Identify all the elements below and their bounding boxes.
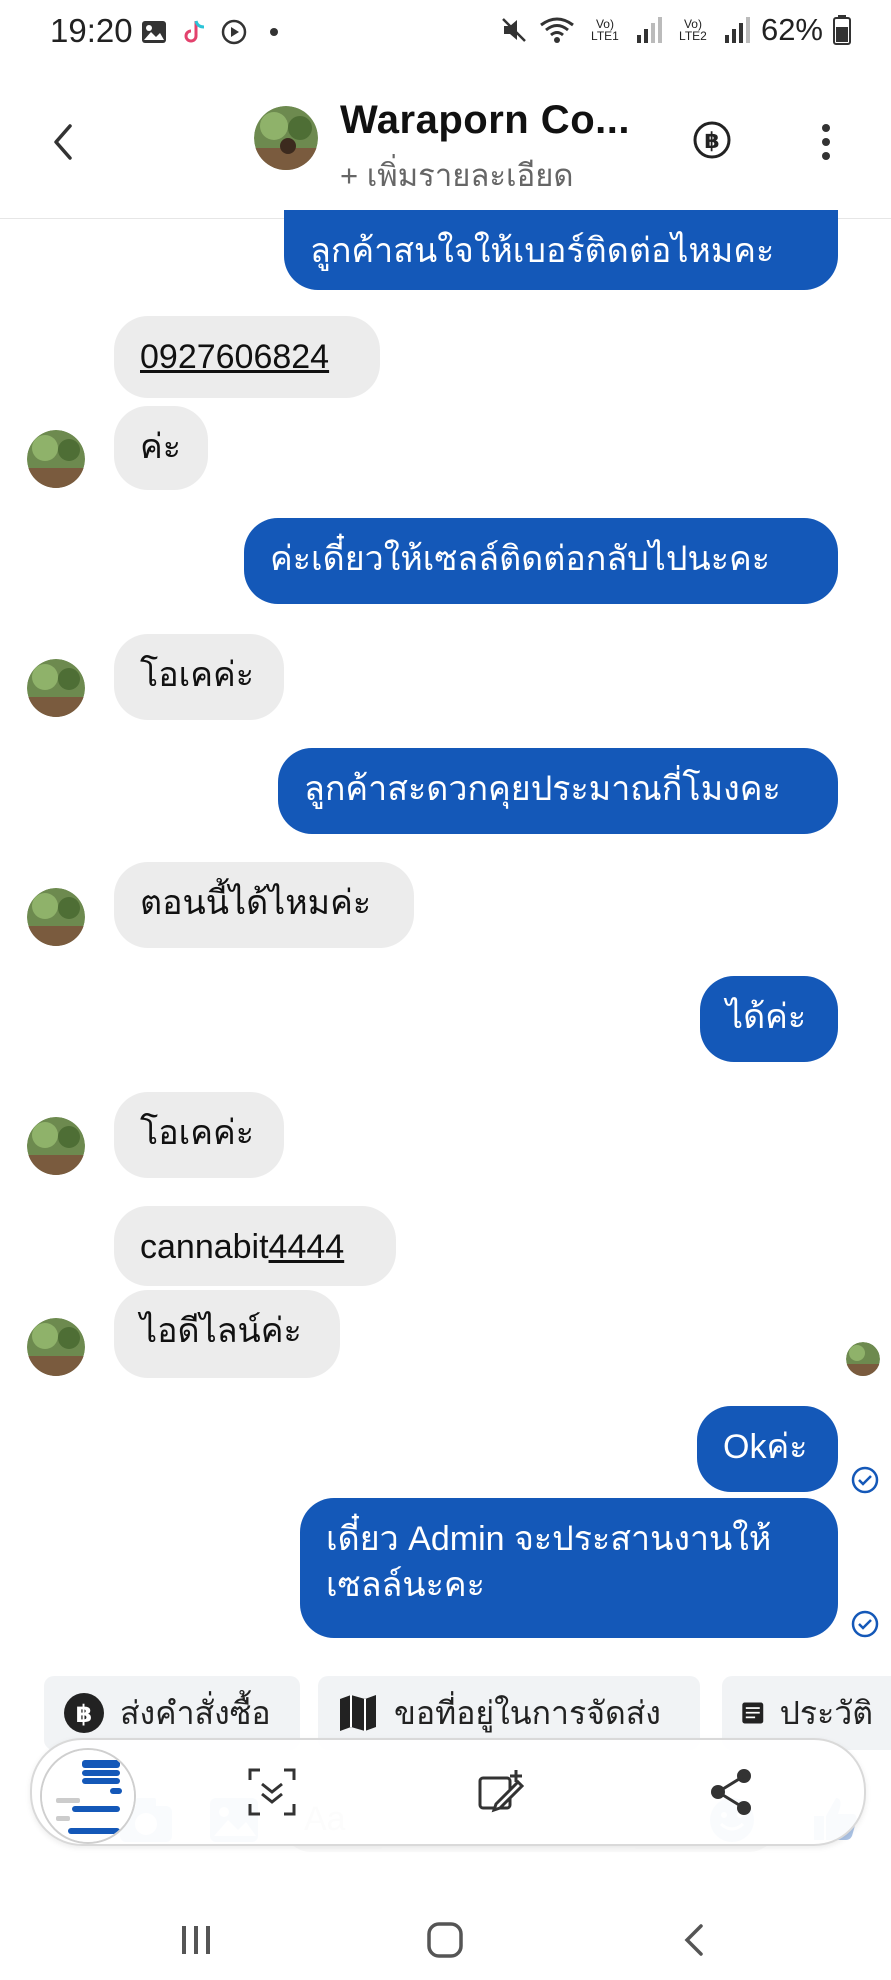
svg-text:฿: ฿: [704, 129, 719, 154]
tiktok-icon: [184, 20, 205, 43]
scroll-capture-button[interactable]: [240, 1760, 304, 1824]
chip-label: ขอที่อยู่ในการจัดส่ง: [394, 1694, 661, 1731]
status-bar: 19:20 Vo) LTE1 Vo) LTE2 62%: [0, 0, 891, 66]
message-line: เซลล์นะคะ: [326, 1566, 485, 1604]
recent-apps-icon: [182, 1926, 210, 1954]
edit-screenshot-button[interactable]: [470, 1760, 534, 1824]
sender-avatar: [27, 1318, 85, 1376]
message-incoming[interactable]: cannabit4444: [114, 1206, 396, 1286]
sim2-label: Vo) LTE2: [679, 17, 707, 43]
message-link[interactable]: 4444: [269, 1228, 345, 1266]
status-time: 19:20: [50, 12, 133, 49]
battery-icon: [833, 15, 851, 45]
more-options-icon[interactable]: [816, 120, 836, 164]
message-incoming[interactable]: โอเคค่ะ: [114, 634, 284, 720]
message-incoming[interactable]: ตอนนี้ได้ไหมค่ะ: [114, 862, 414, 948]
screenshot-thumbnail[interactable]: [40, 1748, 136, 1844]
sender-avatar: [27, 888, 85, 946]
message-outgoing[interactable]: ลูกค้าสนใจให้เบอร์ติดต่อไหมคะ: [284, 210, 838, 290]
message-incoming[interactable]: โอเคค่ะ: [114, 1092, 284, 1178]
message-text: cannabit: [140, 1228, 269, 1266]
chip-label: ส่งคำสั่งซื้อ: [120, 1694, 271, 1731]
baht-icon[interactable]: ฿: [692, 120, 732, 160]
share-screenshot-button[interactable]: [700, 1760, 764, 1824]
message-outgoing[interactable]: ลูกค้าสะดวกคุยประมาณกี่โมงคะ: [278, 748, 838, 834]
list-icon: [742, 1702, 764, 1724]
map-icon: [340, 1695, 376, 1731]
system-navigation-bar: [0, 1880, 891, 1980]
home-button[interactable]: [415, 1910, 475, 1970]
phone-number-link[interactable]: 0927606824: [140, 338, 329, 376]
screenshot-toolbar: [30, 1738, 866, 1846]
message-outgoing[interactable]: Okค่ะ: [697, 1406, 838, 1492]
message-outgoing[interactable]: ค่ะเดี๋ยวให้เซลล์ติดต่อกลับไปนะคะ: [244, 518, 838, 604]
contact-name[interactable]: Waraporn Co...: [340, 98, 630, 143]
sender-avatar: [27, 1117, 85, 1175]
share-icon: [711, 1769, 751, 1815]
battery-percent: 62%: [760, 12, 823, 47]
message-incoming[interactable]: ค่ะ: [114, 406, 208, 490]
read-receipt-avatar: [846, 1342, 880, 1376]
sent-check-icon: [851, 1466, 879, 1494]
message-line: เดี๋ยว Admin จะประสานงานให้: [326, 1520, 772, 1558]
back-arrow-icon[interactable]: [44, 120, 84, 164]
wifi-icon: [540, 17, 574, 43]
system-back-button[interactable]: [665, 1910, 725, 1970]
play-notification-icon: [221, 19, 247, 45]
gallery-notification-icon: [142, 21, 166, 43]
message-incoming[interactable]: ไอดีไลน์ค่ะ: [114, 1290, 340, 1378]
signal-icon: [636, 17, 662, 43]
sender-avatar: [27, 659, 85, 717]
add-details-link[interactable]: + เพิ่มรายละเอียด: [340, 150, 574, 200]
message-outgoing[interactable]: เดี๋ยว Admin จะประสานงานให้ เซลล์นะคะ: [300, 1498, 838, 1638]
sent-check-icon: [851, 1610, 879, 1638]
signal-icon: [724, 17, 750, 43]
recent-apps-button[interactable]: [166, 1910, 226, 1970]
baht-icon: ฿: [64, 1693, 104, 1733]
draw-icon: [478, 1770, 525, 1813]
home-icon: [427, 1922, 463, 1958]
mute-icon: [502, 18, 526, 42]
contact-avatar[interactable]: [254, 106, 318, 170]
message-outgoing[interactable]: ได้ค่ะ: [700, 976, 838, 1062]
svg-text:฿: ฿: [76, 1700, 93, 1728]
dot-icon: [270, 28, 278, 36]
scroll-capture-icon: [248, 1768, 296, 1816]
sim1-label: Vo) LTE1: [591, 17, 619, 43]
chat-header: Waraporn Co... + เพิ่มรายละเอียด ฿: [0, 68, 891, 219]
sender-avatar: [27, 430, 85, 488]
message-incoming[interactable]: 0927606824: [114, 316, 380, 398]
back-icon: [684, 1924, 703, 1956]
chip-label: ประวัติ: [779, 1694, 873, 1731]
